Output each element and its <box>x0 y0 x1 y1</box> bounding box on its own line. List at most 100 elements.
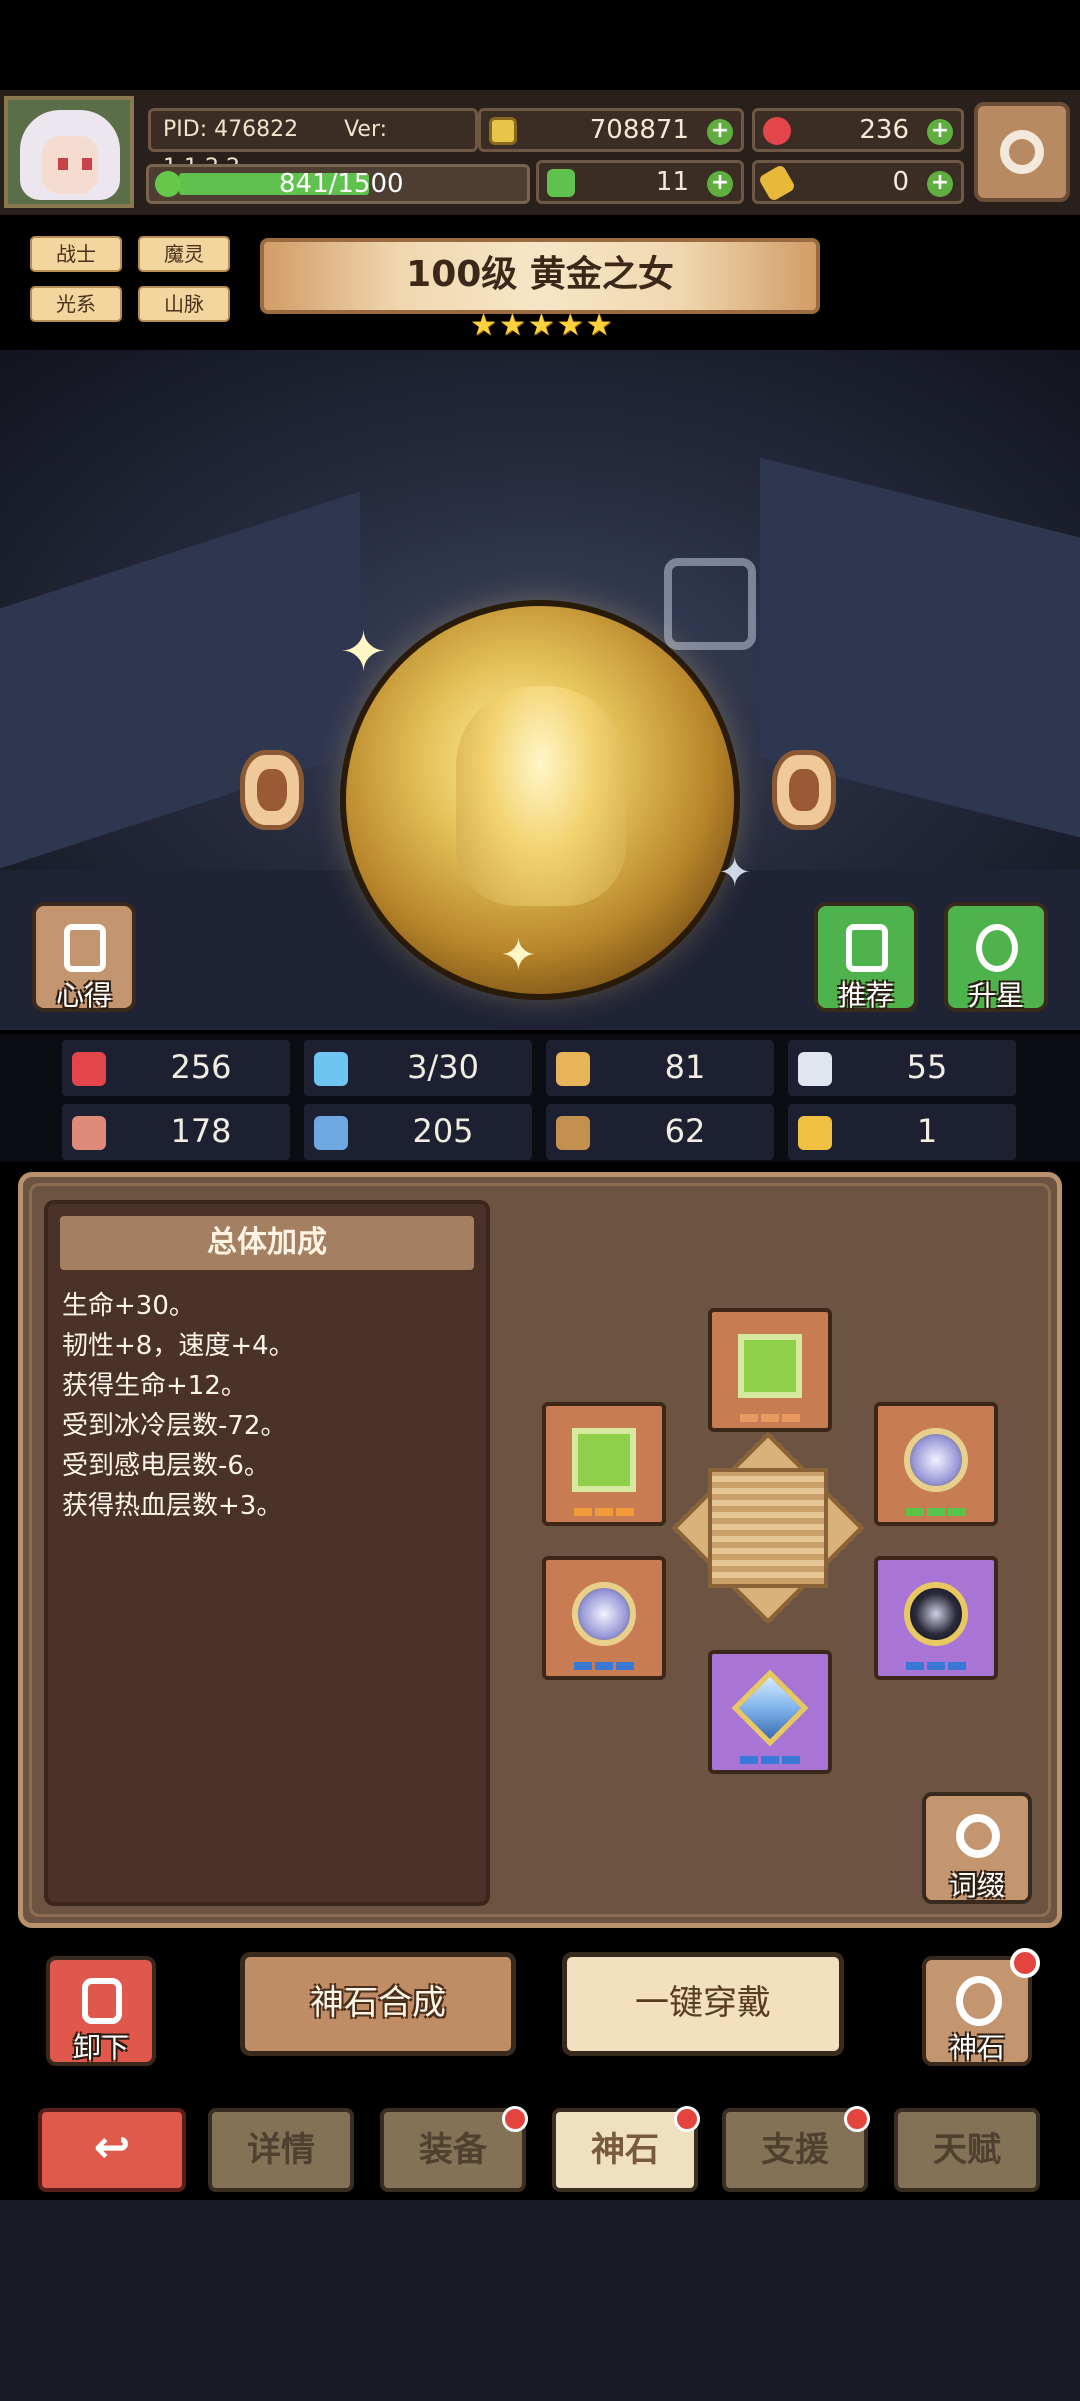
tag-race: 魔灵 <box>138 236 230 272</box>
godstone-slot-right-top[interactable] <box>874 1402 998 1526</box>
tab-equipment[interactable]: 装备 <box>380 2106 528 2192</box>
godstone-slot-left-bottom[interactable] <box>542 1556 666 1680</box>
tag-element: 光系 <box>30 286 122 322</box>
add-gold-button[interactable]: + <box>707 119 733 145</box>
tag-class: 战士 <box>30 236 122 272</box>
godstone-slot-top[interactable] <box>708 1308 832 1432</box>
godstone-slot-left-top[interactable] <box>542 1402 666 1526</box>
add-clover-button[interactable]: + <box>707 171 733 197</box>
tab-label: 支援 <box>761 2130 829 2170</box>
bottom-background <box>0 2200 1080 2401</box>
godstone-label: 神石 <box>948 2031 1005 2064</box>
combine-godstone-button[interactable]: 神石合成 <box>240 1952 516 2056</box>
star-icon: ★ <box>556 308 584 343</box>
prev-arrow-icon <box>257 769 287 811</box>
star-rating: ★ ★ ★ ★ ★ <box>470 308 613 343</box>
center-socket[interactable] <box>708 1468 828 1588</box>
bonus-line: 受到冰冷层数-72。 <box>62 1411 287 1441</box>
stat-value: 3/30 <box>407 1048 479 1086</box>
notification-badge <box>502 2106 528 2132</box>
recommend-button[interactable]: 推荐 <box>814 902 918 1012</box>
stat-magic: 205 <box>304 1104 532 1160</box>
stat-attack: 178 <box>62 1104 290 1160</box>
settings-button[interactable] <box>974 102 1070 202</box>
back-button[interactable]: ↩ <box>38 2108 186 2192</box>
slot-level-pips <box>878 1662 994 1670</box>
down-arrow-icon <box>82 1978 122 2024</box>
stat-evasion: 55 <box>788 1040 1016 1096</box>
next-hero-button[interactable] <box>772 750 836 830</box>
stat-health: 256 <box>62 1040 290 1096</box>
stat-value: 81 <box>664 1048 706 1086</box>
sparkle-icon: ✦ <box>500 930 537 981</box>
stat-value: 62 <box>664 1112 706 1150</box>
godstone-slot-right-bottom[interactable] <box>874 1556 998 1680</box>
notification-badge <box>844 2106 870 2132</box>
gem-counter: 236 + <box>752 108 964 152</box>
star-up-label: 升星 <box>967 979 1024 1012</box>
sparkle-icon: ✦ <box>340 620 387 685</box>
tab-talent[interactable]: 天赋 <box>894 2108 1040 2192</box>
green-gem-icon <box>572 1428 636 1492</box>
blue-crystal-gem-icon <box>731 1669 809 1747</box>
bonus-line: 受到感电层数-6。 <box>62 1451 270 1481</box>
book-icon <box>314 1116 348 1150</box>
avatar-eye <box>82 158 92 170</box>
notes-label: 心得 <box>55 979 112 1012</box>
next-arrow-icon <box>789 769 819 811</box>
star-icon: ★ <box>470 308 497 343</box>
add-keys-button[interactable]: + <box>927 171 953 197</box>
bonus-line: 韧性+8，速度+4。 <box>62 1331 295 1361</box>
godstone-icon <box>956 1976 1002 2026</box>
prev-hero-button[interactable] <box>240 750 304 830</box>
notes-button[interactable]: 心得 <box>32 902 136 1012</box>
shield-icon <box>556 1052 590 1086</box>
wing-icon <box>798 1052 832 1086</box>
gem-value: 236 <box>859 115 909 145</box>
hero-portrait-orb <box>340 600 740 1000</box>
experience-text: 841/1500 <box>279 169 404 199</box>
tab-support[interactable]: 支援 <box>722 2106 870 2192</box>
bonus-list: 生命+30。 韧性+8，速度+4。 获得生命+12。 受到冰冷层数-72。 受到… <box>62 1286 472 1526</box>
star-up-button[interactable]: 升星 <box>944 902 1048 1012</box>
add-gems-button[interactable]: + <box>927 119 953 145</box>
stat-value: 178 <box>170 1112 232 1150</box>
stat-mana: 3/30 <box>304 1040 532 1096</box>
total-bonus-box: 总体加成 生命+30。 韧性+8，速度+4。 获得生命+12。 受到冰冷层数-7… <box>44 1200 490 1906</box>
player-avatar[interactable] <box>4 96 134 208</box>
stat-value: 1 <box>916 1112 938 1150</box>
fist-icon <box>72 1116 106 1150</box>
slot-level-pips <box>712 1756 828 1764</box>
gold-value: 708871 <box>589 115 689 145</box>
sparkle-icon: ✦ <box>718 850 752 896</box>
pearl-gem-icon <box>904 1428 968 1492</box>
godstone-slot-bottom[interactable] <box>708 1650 832 1774</box>
focus-frame <box>664 558 756 650</box>
water-drop-icon <box>314 1052 348 1086</box>
notes-icon <box>64 924 106 972</box>
pearl-gem-icon <box>572 1582 636 1646</box>
tag-terrain: 山脉 <box>138 286 230 322</box>
godstone-button[interactable]: 神石 <box>922 1948 1040 2066</box>
hero-title-banner: 100级 黄金之女 <box>260 238 820 314</box>
notification-badge <box>1010 1948 1040 1978</box>
stat-value: 205 <box>412 1112 474 1150</box>
bonus-line: 获得生命+12。 <box>62 1371 247 1401</box>
gold-counter: 708871 + <box>478 108 744 152</box>
tab-details[interactable]: 详情 <box>208 2108 354 2192</box>
gold-coin-icon <box>489 117 517 145</box>
star-icon: ★ <box>527 308 555 343</box>
bottom-tab-bar: ↩ 详情 装备 神石 支援 天赋 <box>0 2098 1080 2198</box>
equip-all-button[interactable]: 一键穿戴 <box>562 1952 844 2056</box>
stat-luck: 1 <box>788 1104 1016 1160</box>
horseshoe-icon <box>798 1116 832 1150</box>
clover-icon <box>547 169 575 197</box>
bonus-line: 获得热血层数+3。 <box>62 1491 283 1521</box>
slot-level-pips <box>546 1662 662 1670</box>
dark-orb-gem-icon <box>904 1582 968 1646</box>
affix-button[interactable]: 词缀 <box>922 1792 1032 1904</box>
unequip-button[interactable]: 卸下 <box>46 1956 156 2066</box>
xp-icon <box>155 171 181 197</box>
slot-level-pips <box>878 1508 994 1516</box>
tab-godstone[interactable]: 神石 <box>552 2106 700 2192</box>
